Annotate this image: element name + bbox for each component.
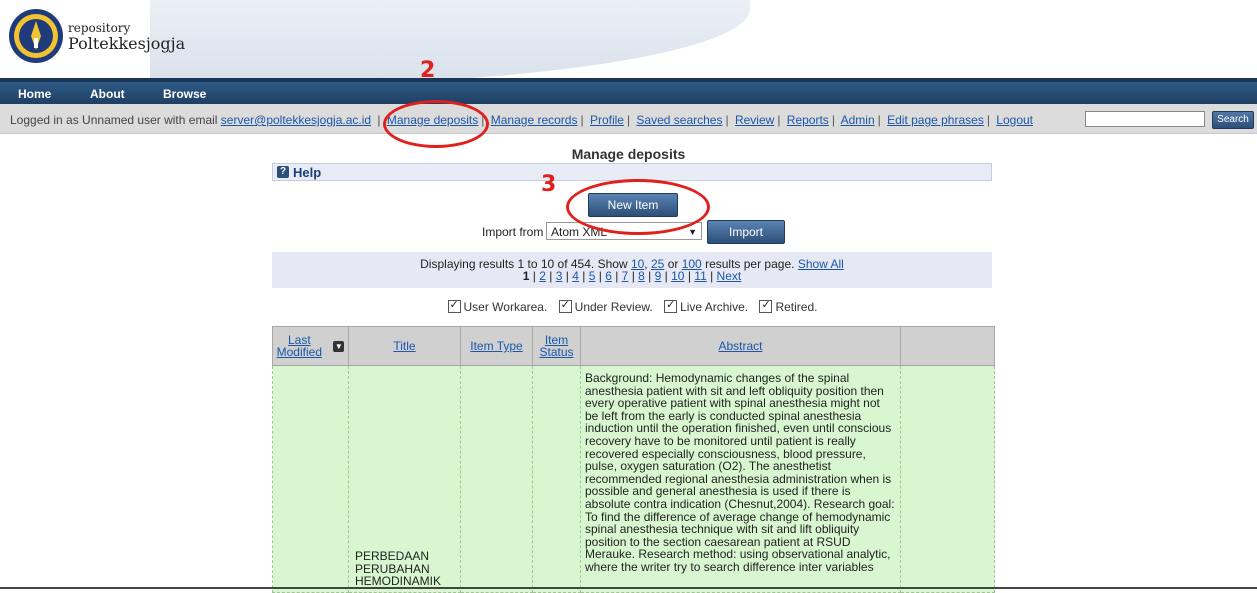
cell-item-status	[532, 365, 581, 593]
page-link[interactable]: 8	[638, 269, 645, 283]
page-link[interactable]: 7	[622, 269, 629, 283]
site-name[interactable]: repository Poltekkesjogja	[68, 22, 185, 52]
cell-last-modified	[272, 365, 349, 593]
row-title: PERBEDAAN PERUBAHAN HEMODINAMIK	[355, 549, 442, 589]
annotation-circle-manage-deposits	[383, 100, 489, 148]
link-saved-searches[interactable]: Saved searches	[636, 113, 722, 127]
import-button[interactable]: Import	[707, 220, 785, 244]
cell-actions	[900, 365, 995, 593]
pagination-box: Displaying results 1 to 10 of 454. Show …	[272, 252, 992, 288]
nav-about[interactable]: About	[90, 87, 125, 101]
site-header: repository Poltekkesjogja	[0, 0, 1257, 78]
page-links: 1 | 2 | 3 | 4 | 5 | 6 | 7 | 8 | 9 | 10 |…	[522, 269, 742, 283]
annotation-circle-new-item	[566, 179, 710, 235]
col-actions	[900, 326, 995, 366]
link-logout[interactable]: Logout	[996, 113, 1033, 127]
checkbox-user-workarea[interactable]	[447, 298, 461, 313]
cell-title: PERBEDAAN PERUBAHAN HEMODINAMIK	[348, 365, 461, 593]
deposits-table: Last Modified ▼ Title Item Type Item Statu…	[272, 326, 995, 593]
page-link[interactable]: 9	[655, 269, 662, 283]
page-link[interactable]: 2	[539, 269, 546, 283]
nav-browse[interactable]: Browse	[163, 87, 206, 101]
row-abstract: Background: Hemodynamic changes of the s…	[585, 371, 895, 574]
page-link[interactable]: 4	[572, 269, 579, 283]
table-row[interactable]: PERBEDAAN PERUBAHAN HEMODINAMIK Backgrou…	[272, 365, 995, 593]
user-email-link[interactable]: server@poltekkesjogja.ac.id	[221, 113, 371, 127]
page-bottom-border	[0, 587, 1257, 589]
page-link[interactable]: 6	[605, 269, 612, 283]
link-review[interactable]: Review	[735, 113, 774, 127]
site-name-small: repository	[68, 21, 131, 35]
logged-in-text: Logged in as Unnamed user with email	[10, 113, 218, 127]
page-title: Manage deposits	[571, 146, 686, 162]
user-links: Logged in as Unnamed user with email ser…	[10, 113, 1033, 127]
link-reports[interactable]: Reports	[787, 113, 829, 127]
page-link[interactable]: 10	[671, 269, 684, 283]
search-button[interactable]: Search	[1212, 111, 1254, 129]
poltekkes-logo-icon[interactable]	[8, 8, 64, 64]
header-decoration	[150, 0, 750, 78]
page-link[interactable]: 11	[694, 269, 706, 283]
col-title[interactable]: Title	[348, 326, 461, 366]
checkbox-retired[interactable]	[759, 298, 773, 313]
status-filters: User Workarea. Under Review. Live Archiv…	[0, 298, 1257, 314]
site-name-big: Poltekkesjogja	[68, 34, 186, 53]
link-manage-records[interactable]: Manage records	[491, 113, 578, 127]
next-page-link[interactable]: Next	[717, 269, 742, 283]
checkbox-under-review[interactable]	[558, 298, 572, 313]
cell-item-type	[460, 365, 533, 593]
annotation-step-2: 2	[420, 58, 436, 83]
col-last-modified[interactable]: Last Modified ▼	[272, 326, 349, 366]
link-admin[interactable]: Admin	[841, 113, 875, 127]
checkbox-live-archive[interactable]	[664, 298, 678, 313]
link-edit-page-phrases[interactable]: Edit page phrases	[887, 113, 984, 127]
search-input[interactable]	[1085, 111, 1205, 127]
import-label: Import from	[482, 225, 544, 239]
page-link[interactable]: 3	[556, 269, 563, 283]
user-bar: Logged in as Unnamed user with email ser…	[0, 104, 1257, 134]
nav-home[interactable]: Home	[18, 87, 51, 101]
col-item-status[interactable]: Item Status	[532, 326, 581, 366]
current-page: 1	[522, 269, 530, 283]
page-link[interactable]: 5	[589, 269, 596, 283]
help-icon: ?	[277, 166, 289, 178]
main-nav: Home About Browse	[0, 78, 1257, 104]
help-label: Help	[293, 165, 322, 180]
col-abstract[interactable]: Abstract	[580, 326, 901, 366]
annotation-step-3: 3	[541, 172, 557, 197]
link-profile[interactable]: Profile	[590, 113, 624, 127]
sort-down-icon[interactable]: ▼	[333, 340, 345, 352]
col-item-type[interactable]: Item Type	[460, 326, 533, 366]
cell-abstract: Background: Hemodynamic changes of the s…	[580, 365, 901, 593]
table-header-row: Last Modified ▼ Title Item Type Item Statu…	[272, 326, 995, 366]
